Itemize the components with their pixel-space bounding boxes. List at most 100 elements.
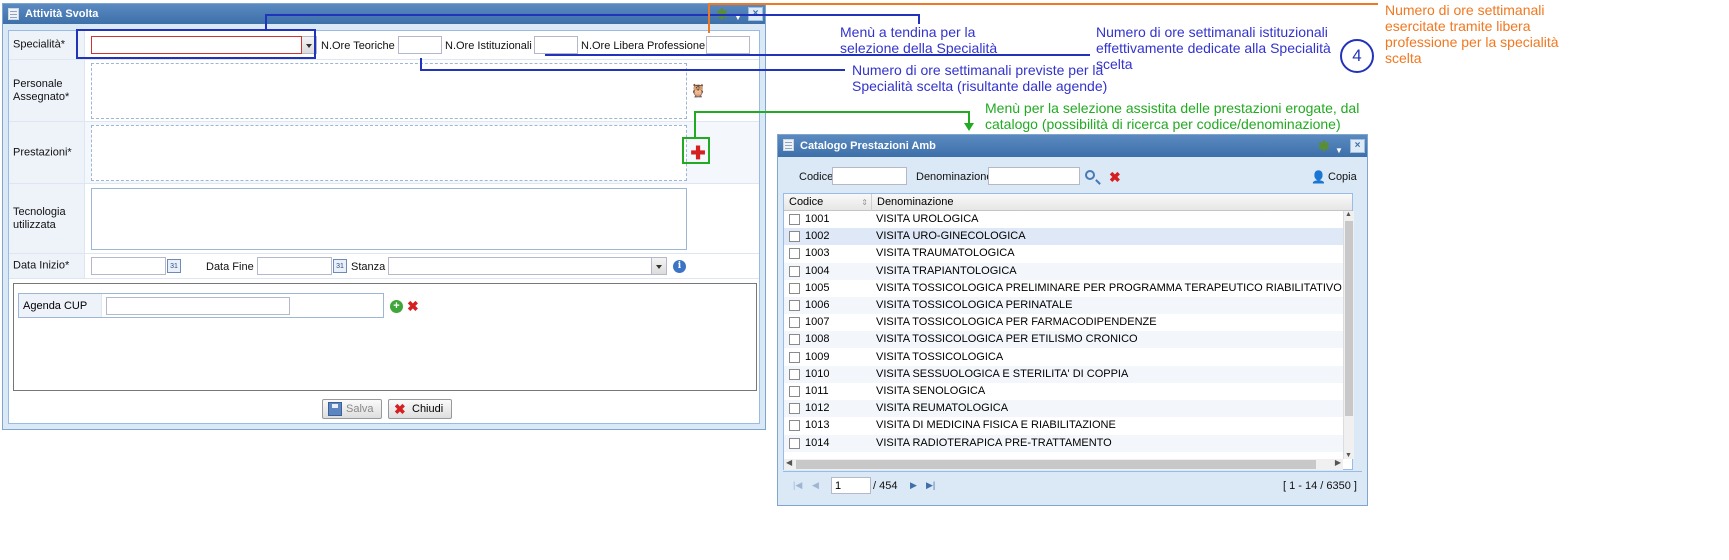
table-row[interactable]: 1009 VISITA TOSSICOLOGICA bbox=[784, 349, 1343, 366]
table-row[interactable]: 1002 VISITA URO-GINECOLOGICA bbox=[784, 228, 1343, 246]
personale-textarea[interactable] bbox=[91, 63, 687, 119]
prestazioni-label-cell: Prestazioni* bbox=[9, 122, 85, 183]
table-row[interactable]: 1004 VISITA TRAPIANTOLOGICA bbox=[784, 262, 1343, 280]
chevron-down-icon[interactable]: ▼ bbox=[734, 8, 742, 28]
table-row[interactable]: 1013 VISITA DI MEDICINA FISICA E RIABILIT… bbox=[784, 417, 1343, 434]
vertical-scrollbar[interactable]: ▲ ▼ bbox=[1343, 211, 1354, 459]
column-header-denominazione[interactable]: Denominazione bbox=[872, 194, 1342, 211]
ore-teoriche-input[interactable] bbox=[398, 36, 442, 54]
gear-icon[interactable]: ✱ bbox=[1318, 138, 1330, 154]
owl-icon[interactable]: 🦉 bbox=[690, 83, 706, 99]
row-checkbox[interactable] bbox=[789, 437, 800, 449]
copy-button[interactable]: Copia bbox=[1328, 171, 1357, 183]
stanza-select[interactable] bbox=[388, 257, 652, 275]
row-checkbox[interactable] bbox=[789, 265, 800, 277]
table-row[interactable]: 1014 VISITA RADIOTERAPICA PRE-TRATTAMENTO bbox=[784, 434, 1343, 452]
catalog-search-bar: Codice Denominazione ✖ 👤 Copia bbox=[783, 163, 1362, 191]
ore-istituzionali-input[interactable] bbox=[534, 36, 578, 54]
row-code: 1005 bbox=[805, 281, 830, 294]
row-checkbox[interactable] bbox=[789, 214, 800, 225]
data-inizio-label-cell: Data Inizio* bbox=[9, 254, 85, 278]
prestazioni-add-highlight bbox=[682, 137, 710, 164]
prestazioni-textarea[interactable] bbox=[91, 125, 687, 181]
specialita-connector bbox=[918, 14, 920, 24]
catalog-titlebar[interactable]: Catalogo Prestazioni Amb ✱ ▼ × bbox=[778, 135, 1367, 157]
page-number-input[interactable] bbox=[831, 477, 871, 494]
table-row[interactable]: 1010 VISITA SESSUOLOGICA E STERILITA' DI … bbox=[784, 365, 1343, 383]
prestazioni-label: Prestazioni* bbox=[13, 146, 72, 158]
tecnologia-label: Tecnologia utilizzata bbox=[13, 205, 66, 231]
table-row[interactable]: 1012 VISITA REUMATOLOGICA bbox=[784, 400, 1343, 418]
row-checkbox[interactable] bbox=[789, 300, 800, 311]
calendar-icon[interactable]: 31 bbox=[333, 259, 347, 273]
clear-search-icon[interactable]: ✖ bbox=[1109, 170, 1121, 184]
first-page-button[interactable]: |◀ bbox=[793, 480, 802, 491]
table-row[interactable]: 1001 VISITA UROLOGICA bbox=[784, 211, 1343, 228]
row-checkbox[interactable] bbox=[789, 368, 800, 380]
close-icon[interactable]: × bbox=[1350, 139, 1365, 153]
save-button-label: Salva bbox=[346, 403, 374, 415]
delete-icon[interactable]: ✖ bbox=[407, 299, 419, 313]
table-row[interactable]: 1008 VISITA TOSSICOLOGICA PER ETILISMO CR… bbox=[784, 331, 1343, 349]
window-title: Attività Svolta bbox=[25, 8, 99, 20]
prev-page-button[interactable]: ◀ bbox=[812, 480, 819, 491]
info-icon[interactable]: i bbox=[673, 260, 686, 273]
next-page-button[interactable]: ▶ bbox=[910, 480, 917, 491]
row-name: VISITA URO-GINECOLOGICA bbox=[876, 230, 1026, 243]
copy-icon[interactable]: 👤 bbox=[1311, 170, 1326, 184]
table-row[interactable]: 1003 VISITA TRAUMATOLOGICA bbox=[784, 245, 1343, 262]
row-checkbox[interactable] bbox=[789, 351, 800, 363]
table-row[interactable]: 1006 VISITA TOSSICOLOGICA PERINATALE bbox=[784, 297, 1343, 314]
row-checkbox[interactable] bbox=[789, 231, 800, 243]
last-page-button[interactable]: ▶| bbox=[926, 480, 935, 491]
row-checkbox[interactable] bbox=[789, 386, 800, 397]
row-code: 1009 bbox=[805, 350, 830, 363]
row-checkbox[interactable] bbox=[789, 334, 800, 346]
chevron-down-icon[interactable]: ▼ bbox=[1335, 140, 1343, 162]
column-header-codice[interactable]: Codice ⇕ bbox=[784, 194, 872, 211]
tecnologia-row: Tecnologia utilizzata bbox=[9, 184, 759, 254]
agenda-input[interactable] bbox=[106, 297, 290, 315]
ore-libera-input[interactable] bbox=[706, 36, 750, 54]
table-row[interactable]: 1007 VISITA TOSSICOLOGICA PER FARMACODIPE… bbox=[784, 314, 1343, 331]
save-button[interactable]: Salva bbox=[322, 399, 382, 419]
close-button[interactable]: ✖ Chiudi bbox=[388, 399, 452, 419]
horizontal-scroll-thumb[interactable] bbox=[796, 460, 1316, 469]
row-name: VISITA SESSUOLOGICA E STERILITA' DI COPP… bbox=[876, 367, 1129, 380]
ore-istituzionali-label: N.Ore Istituzionali bbox=[445, 40, 532, 52]
tecnologia-textarea[interactable] bbox=[91, 188, 687, 250]
row-checkbox[interactable] bbox=[789, 420, 800, 432]
vertical-scroll-thumb[interactable] bbox=[1345, 221, 1353, 416]
scroll-down-arrow[interactable]: ▼ bbox=[1345, 452, 1352, 459]
catalogo-window: Catalogo Prestazioni Amb ✱ ▼ × Codice De… bbox=[777, 134, 1368, 506]
data-inizio-input[interactable] bbox=[91, 257, 166, 275]
scroll-right-arrow[interactable]: ▶ bbox=[1335, 458, 1341, 467]
row-checkbox[interactable] bbox=[789, 282, 800, 294]
calendar-icon[interactable]: 31 bbox=[167, 259, 181, 273]
denominazione-search-input[interactable] bbox=[988, 167, 1080, 185]
agenda-field-wrap: Agenda CUP bbox=[18, 293, 384, 318]
horizontal-scrollbar[interactable]: ◀ ▶ bbox=[784, 458, 1343, 470]
search-icon[interactable] bbox=[1085, 170, 1095, 180]
specialita-label-cell: Specialità* bbox=[9, 31, 85, 59]
row-name: VISITA REUMATOLOGICA bbox=[876, 402, 1009, 415]
scroll-left-arrow[interactable]: ◀ bbox=[786, 458, 792, 467]
stanza-dropdown-trigger[interactable] bbox=[652, 257, 667, 275]
codice-search-input[interactable] bbox=[832, 167, 907, 185]
table-row[interactable]: 1011 VISITA SENOLOGICA bbox=[784, 383, 1343, 400]
total-pages: / 454 bbox=[873, 480, 898, 492]
row-checkbox[interactable] bbox=[789, 248, 800, 260]
row-code: 1013 bbox=[805, 419, 830, 432]
row-checkbox[interactable] bbox=[789, 317, 800, 329]
table-row[interactable]: 1005 VISITA TOSSICOLOGICA PRELIMINARE PER… bbox=[784, 280, 1343, 297]
libera-connector bbox=[708, 3, 710, 33]
row-checkbox[interactable] bbox=[789, 403, 800, 415]
add-green-icon[interactable]: + bbox=[390, 300, 403, 313]
data-fine-input[interactable] bbox=[257, 257, 332, 275]
specialita-connector bbox=[265, 14, 267, 30]
row-code: 1007 bbox=[805, 316, 830, 329]
personale-label-cell: Personale Assegnato* bbox=[9, 60, 85, 121]
row-name: VISITA TOSSICOLOGICA PER ETILISMO CRONIC… bbox=[876, 333, 1138, 346]
scroll-up-arrow[interactable]: ▲ bbox=[1345, 211, 1352, 218]
form-body: Specialità* N.Ore Teoriche N.Ore Istituz… bbox=[8, 30, 760, 424]
